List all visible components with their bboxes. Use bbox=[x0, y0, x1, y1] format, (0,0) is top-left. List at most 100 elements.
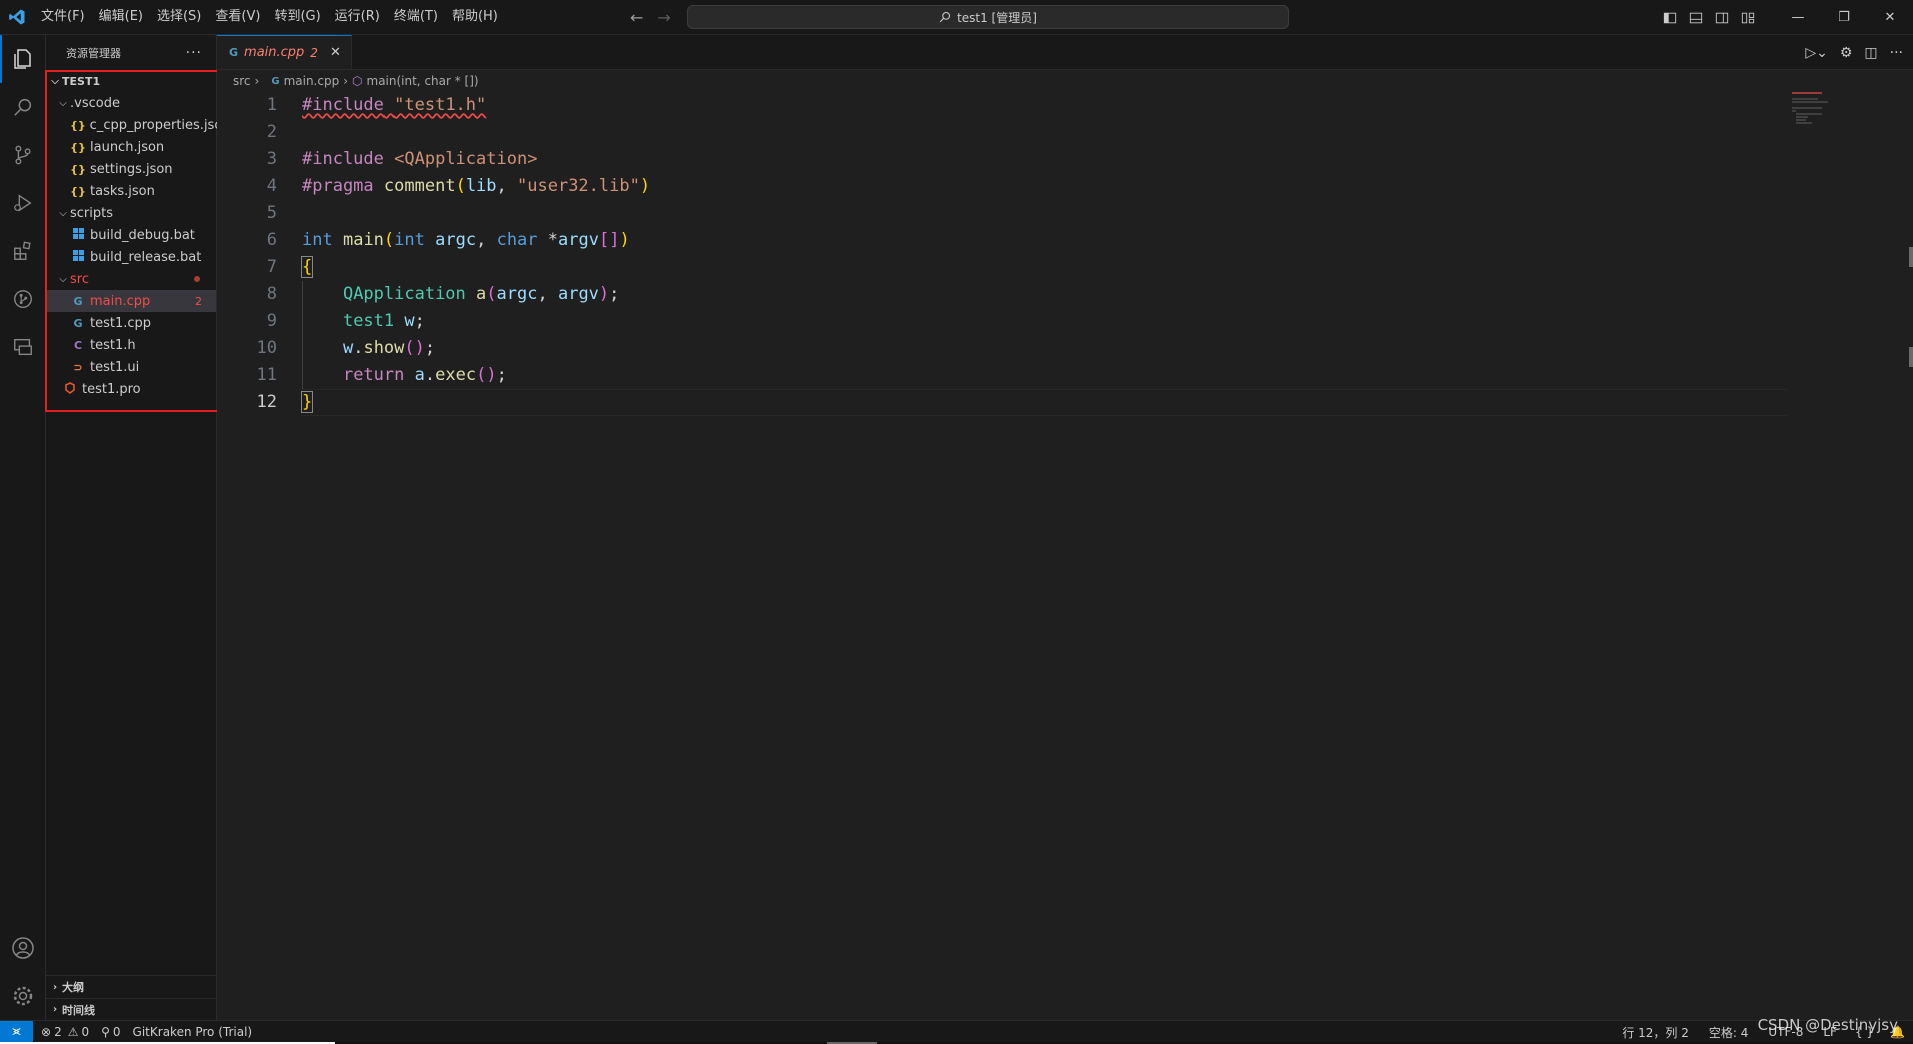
chevron-right-icon: › bbox=[52, 1004, 58, 1015]
customize-layout-icon[interactable] bbox=[1735, 0, 1761, 35]
line-number: 5 bbox=[266, 203, 277, 223]
code-line: 1 #include "test1.h" bbox=[217, 92, 1787, 119]
line-number: 1 bbox=[266, 95, 277, 115]
cpp-file-icon: G bbox=[271, 75, 280, 87]
file-main-cpp[interactable]: G main.cpp 2 bbox=[46, 290, 216, 312]
line-number: 8 bbox=[266, 284, 277, 304]
minimap[interactable] bbox=[1792, 92, 1902, 132]
breadcrumb-folder[interactable]: src bbox=[233, 74, 251, 88]
menu-go[interactable]: 转到(G) bbox=[267, 5, 327, 29]
restore-icon[interactable]: ❐ bbox=[1821, 0, 1867, 35]
search-icon[interactable] bbox=[0, 83, 46, 131]
cpp-file-icon: G bbox=[73, 316, 83, 330]
file-build-debug-bat[interactable]: build_debug.bat bbox=[46, 224, 216, 246]
file-test1-cpp[interactable]: G test1.cpp bbox=[46, 312, 216, 334]
menu-view[interactable]: 查看(V) bbox=[208, 5, 267, 29]
tab-problems-count: 2 bbox=[310, 45, 318, 60]
header-file-icon: C bbox=[73, 338, 83, 352]
explorer-title: 资源管理器 bbox=[66, 46, 121, 60]
folder-scripts[interactable]: ⌵ scripts bbox=[46, 202, 216, 224]
json-file-icon: {} bbox=[70, 184, 86, 198]
close-icon[interactable]: ✕ bbox=[330, 45, 341, 60]
close-window-icon[interactable]: ✕ bbox=[1867, 0, 1913, 35]
code-line: 5 bbox=[217, 200, 1787, 227]
cursor-position[interactable]: 行 12，列 2 bbox=[1612, 1024, 1699, 1041]
file-test1-h[interactable]: C test1.h bbox=[46, 334, 216, 356]
problems-status[interactable]: ⊗ 2 ⚠ 0 bbox=[33, 1025, 95, 1039]
chevron-right-icon: › bbox=[343, 74, 349, 88]
outline-section[interactable]: › 大纲 bbox=[46, 976, 216, 998]
more-actions-icon[interactable]: ··· bbox=[1890, 45, 1903, 61]
command-center-label: test1 [管理员] bbox=[957, 10, 1037, 25]
vertical-scrollbar[interactable] bbox=[1905, 92, 1913, 1020]
minimize-icon[interactable]: — bbox=[1775, 0, 1821, 35]
chevron-right-icon: › bbox=[52, 981, 58, 993]
line-number: 9 bbox=[266, 311, 277, 331]
timeline-section[interactable]: › 时间线 bbox=[46, 998, 216, 1020]
menu-bar: 文件(F) 编辑(E) 选择(S) 查看(V) 转到(G) 运行(R) 终端(T… bbox=[34, 0, 505, 35]
cpp-file-icon: G bbox=[229, 46, 239, 59]
workspace-root[interactable]: ⌵ TEST1 bbox=[46, 70, 216, 92]
run-debug-dropdown-icon[interactable]: ▷⌄ bbox=[1805, 45, 1828, 61]
broadcast-icon: ⚲ bbox=[101, 1024, 110, 1039]
toggle-panel-icon[interactable] bbox=[1683, 0, 1709, 35]
menu-selection[interactable]: 选择(S) bbox=[150, 5, 208, 29]
breadcrumb: src › G main.cpp › ⬡ main(int, char * []… bbox=[217, 70, 1913, 92]
menu-help[interactable]: 帮助(H) bbox=[445, 5, 505, 29]
ports-status[interactable]: ⚲ 0 bbox=[95, 1025, 126, 1039]
code-editor[interactable]: 1 #include "test1.h" 2 3 #include <QAppl… bbox=[217, 92, 1787, 416]
explorer-sidebar: 资源管理器 ··· ⌵ TEST1 ⌵ .vscode {} c_cpp_pro… bbox=[46, 35, 231, 1020]
run-debug-icon[interactable] bbox=[0, 179, 46, 227]
line-number: 2 bbox=[266, 122, 277, 142]
file-settings-json[interactable]: {} settings.json bbox=[46, 158, 216, 180]
file-launch-json[interactable]: {} launch.json bbox=[46, 136, 216, 158]
folder-src[interactable]: ⌵ src bbox=[46, 268, 216, 290]
file-test1-ui[interactable]: ⊃ test1.ui bbox=[46, 356, 216, 378]
settings-gear-icon[interactable]: ⚙ bbox=[1840, 45, 1853, 61]
symbol-method-icon: ⬡ bbox=[352, 74, 363, 88]
menu-terminal[interactable]: 终端(T) bbox=[387, 5, 445, 29]
title-bar-controls: — ❐ ✕ bbox=[1657, 0, 1913, 35]
gitlens-icon[interactable] bbox=[0, 275, 46, 323]
breadcrumb-file[interactable]: main.cpp bbox=[284, 74, 340, 88]
source-control-icon[interactable] bbox=[0, 131, 46, 179]
back-arrow-icon[interactable]: ← bbox=[630, 8, 643, 27]
cpp-file-icon: G bbox=[73, 294, 83, 308]
tab-main-cpp[interactable]: G main.cpp 2 ✕ bbox=[217, 35, 352, 69]
gitkraken-status[interactable]: GitKraken Pro (Trial) bbox=[127, 1025, 259, 1039]
windows-batch-icon bbox=[70, 250, 86, 264]
chevron-down-icon: ⌵ bbox=[59, 97, 67, 109]
folder-vscode[interactable]: ⌵ .vscode bbox=[46, 92, 216, 114]
code-line: 7 { bbox=[217, 254, 1787, 281]
editor-area: G main.cpp 2 ✕ ▷⌄ ⚙ ◫ ··· src › G main.c… bbox=[217, 35, 1913, 1020]
toggle-primary-sidebar-icon[interactable] bbox=[1657, 0, 1683, 35]
error-icon: ⊗ bbox=[41, 1024, 52, 1039]
file-tasks-json[interactable]: {} tasks.json bbox=[46, 180, 216, 202]
toggle-secondary-sidebar-icon[interactable] bbox=[1709, 0, 1735, 35]
breadcrumb-symbol[interactable]: main(int, char * []) bbox=[367, 74, 479, 88]
file-c-cpp-properties[interactable]: {} c_cpp_properties.json bbox=[46, 114, 231, 136]
more-actions-icon[interactable]: ··· bbox=[186, 45, 202, 61]
extensions-icon[interactable] bbox=[0, 227, 46, 275]
indentation[interactable]: 空格: 4 bbox=[1699, 1024, 1759, 1041]
file-test1-pro[interactable]: test1.pro bbox=[46, 378, 216, 400]
code-line: 3 #include <QApplication> bbox=[217, 146, 1787, 173]
json-file-icon: {} bbox=[70, 162, 86, 176]
menu-file[interactable]: 文件(F) bbox=[34, 5, 92, 29]
menu-edit[interactable]: 编辑(E) bbox=[92, 5, 150, 29]
editor-actions: ▷⌄ ⚙ ◫ ··· bbox=[1805, 35, 1903, 70]
file-tree: ⌵ TEST1 ⌵ .vscode {} c_cpp_properties.js… bbox=[46, 70, 231, 400]
remote-explorer-icon[interactable] bbox=[0, 323, 46, 371]
line-number: 3 bbox=[266, 149, 277, 169]
command-center-search[interactable]: test1 [管理员] bbox=[687, 5, 1289, 29]
split-editor-icon[interactable]: ◫ bbox=[1864, 45, 1877, 61]
remote-indicator-icon[interactable]: ⪤ bbox=[0, 1020, 33, 1043]
menu-run[interactable]: 运行(R) bbox=[328, 5, 387, 29]
forward-arrow-icon[interactable]: → bbox=[657, 8, 670, 27]
file-build-release-bat[interactable]: build_release.bat bbox=[46, 246, 216, 268]
explorer-icon[interactable] bbox=[0, 35, 46, 83]
settings-gear-icon[interactable] bbox=[0, 972, 46, 1020]
code-line: 8 QApplication a(argc, argv); bbox=[217, 281, 1787, 308]
code-line: 11 return a.exec(); bbox=[217, 362, 1787, 389]
account-icon[interactable] bbox=[0, 924, 46, 972]
